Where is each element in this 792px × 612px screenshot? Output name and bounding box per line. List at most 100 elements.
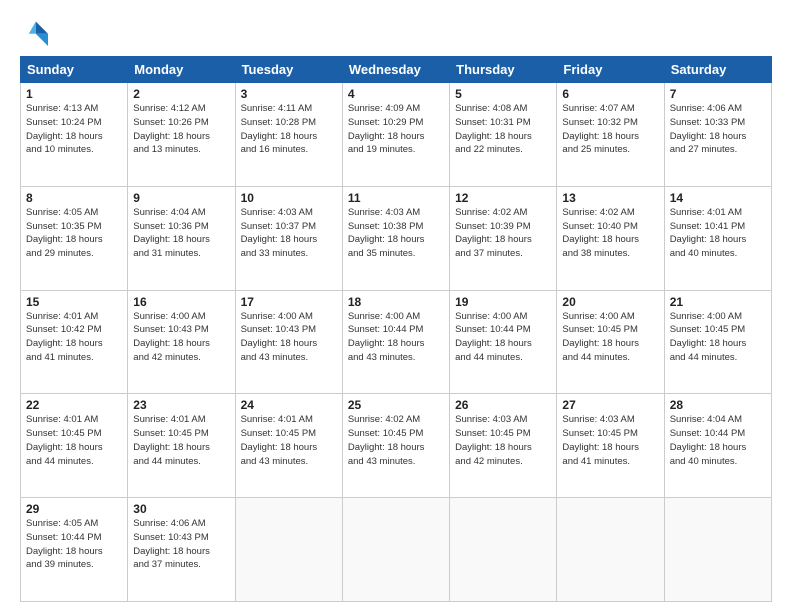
day-info: Sunrise: 4:00 AM Sunset: 10:43 PM Daylig… — [241, 310, 337, 365]
calendar-day-cell: 27Sunrise: 4:03 AM Sunset: 10:45 PM Dayl… — [557, 394, 664, 498]
day-info: Sunrise: 4:06 AM Sunset: 10:43 PM Daylig… — [133, 517, 229, 572]
day-info: Sunrise: 4:05 AM Sunset: 10:44 PM Daylig… — [26, 517, 122, 572]
day-number: 3 — [241, 87, 337, 101]
weekday-header-friday: Friday — [557, 57, 664, 83]
weekday-header-row: SundayMondayTuesdayWednesdayThursdayFrid… — [21, 57, 772, 83]
calendar-week-row: 29Sunrise: 4:05 AM Sunset: 10:44 PM Dayl… — [21, 498, 772, 602]
calendar-day-cell: 30Sunrise: 4:06 AM Sunset: 10:43 PM Dayl… — [128, 498, 235, 602]
day-info: Sunrise: 4:01 AM Sunset: 10:45 PM Daylig… — [133, 413, 229, 468]
day-info: Sunrise: 4:03 AM Sunset: 10:37 PM Daylig… — [241, 206, 337, 261]
calendar-day-cell: 11Sunrise: 4:03 AM Sunset: 10:38 PM Dayl… — [342, 186, 449, 290]
calendar-day-cell: 9Sunrise: 4:04 AM Sunset: 10:36 PM Dayli… — [128, 186, 235, 290]
calendar-day-cell: 3Sunrise: 4:11 AM Sunset: 10:28 PM Dayli… — [235, 83, 342, 187]
day-info: Sunrise: 4:03 AM Sunset: 10:38 PM Daylig… — [348, 206, 444, 261]
day-number: 13 — [562, 191, 658, 205]
calendar-day-cell: 18Sunrise: 4:00 AM Sunset: 10:44 PM Dayl… — [342, 290, 449, 394]
calendar-day-cell: 2Sunrise: 4:12 AM Sunset: 10:26 PM Dayli… — [128, 83, 235, 187]
calendar-day-cell — [342, 498, 449, 602]
calendar-day-cell: 5Sunrise: 4:08 AM Sunset: 10:31 PM Dayli… — [450, 83, 557, 187]
day-number: 19 — [455, 295, 551, 309]
calendar-day-cell: 10Sunrise: 4:03 AM Sunset: 10:37 PM Dayl… — [235, 186, 342, 290]
calendar-week-row: 15Sunrise: 4:01 AM Sunset: 10:42 PM Dayl… — [21, 290, 772, 394]
calendar-day-cell: 4Sunrise: 4:09 AM Sunset: 10:29 PM Dayli… — [342, 83, 449, 187]
calendar-day-cell: 29Sunrise: 4:05 AM Sunset: 10:44 PM Dayl… — [21, 498, 128, 602]
day-info: Sunrise: 4:02 AM Sunset: 10:45 PM Daylig… — [348, 413, 444, 468]
calendar-day-cell: 24Sunrise: 4:01 AM Sunset: 10:45 PM Dayl… — [235, 394, 342, 498]
calendar-day-cell: 17Sunrise: 4:00 AM Sunset: 10:43 PM Dayl… — [235, 290, 342, 394]
day-info: Sunrise: 4:01 AM Sunset: 10:41 PM Daylig… — [670, 206, 766, 261]
day-number: 11 — [348, 191, 444, 205]
calendar-day-cell: 14Sunrise: 4:01 AM Sunset: 10:41 PM Dayl… — [664, 186, 771, 290]
page: SundayMondayTuesdayWednesdayThursdayFrid… — [0, 0, 792, 612]
day-number: 24 — [241, 398, 337, 412]
day-info: Sunrise: 4:04 AM Sunset: 10:44 PM Daylig… — [670, 413, 766, 468]
day-number: 16 — [133, 295, 229, 309]
day-number: 26 — [455, 398, 551, 412]
day-info: Sunrise: 4:02 AM Sunset: 10:40 PM Daylig… — [562, 206, 658, 261]
day-number: 14 — [670, 191, 766, 205]
day-info: Sunrise: 4:03 AM Sunset: 10:45 PM Daylig… — [562, 413, 658, 468]
day-number: 4 — [348, 87, 444, 101]
day-info: Sunrise: 4:02 AM Sunset: 10:39 PM Daylig… — [455, 206, 551, 261]
calendar-day-cell: 7Sunrise: 4:06 AM Sunset: 10:33 PM Dayli… — [664, 83, 771, 187]
day-info: Sunrise: 4:01 AM Sunset: 10:42 PM Daylig… — [26, 310, 122, 365]
day-info: Sunrise: 4:00 AM Sunset: 10:44 PM Daylig… — [348, 310, 444, 365]
day-info: Sunrise: 4:01 AM Sunset: 10:45 PM Daylig… — [241, 413, 337, 468]
day-number: 21 — [670, 295, 766, 309]
calendar-week-row: 8Sunrise: 4:05 AM Sunset: 10:35 PM Dayli… — [21, 186, 772, 290]
weekday-header-wednesday: Wednesday — [342, 57, 449, 83]
day-number: 2 — [133, 87, 229, 101]
day-info: Sunrise: 4:11 AM Sunset: 10:28 PM Daylig… — [241, 102, 337, 157]
day-number: 29 — [26, 502, 122, 516]
weekday-header-thursday: Thursday — [450, 57, 557, 83]
day-number: 7 — [670, 87, 766, 101]
day-number: 25 — [348, 398, 444, 412]
calendar-day-cell: 1Sunrise: 4:13 AM Sunset: 10:24 PM Dayli… — [21, 83, 128, 187]
day-info: Sunrise: 4:08 AM Sunset: 10:31 PM Daylig… — [455, 102, 551, 157]
day-info: Sunrise: 4:00 AM Sunset: 10:44 PM Daylig… — [455, 310, 551, 365]
calendar-day-cell: 22Sunrise: 4:01 AM Sunset: 10:45 PM Dayl… — [21, 394, 128, 498]
day-info: Sunrise: 4:00 AM Sunset: 10:45 PM Daylig… — [562, 310, 658, 365]
logo — [20, 18, 52, 46]
day-info: Sunrise: 4:06 AM Sunset: 10:33 PM Daylig… — [670, 102, 766, 157]
day-info: Sunrise: 4:01 AM Sunset: 10:45 PM Daylig… — [26, 413, 122, 468]
day-number: 30 — [133, 502, 229, 516]
calendar-day-cell: 6Sunrise: 4:07 AM Sunset: 10:32 PM Dayli… — [557, 83, 664, 187]
calendar-day-cell: 13Sunrise: 4:02 AM Sunset: 10:40 PM Dayl… — [557, 186, 664, 290]
day-number: 22 — [26, 398, 122, 412]
logo-icon — [20, 18, 48, 46]
day-number: 27 — [562, 398, 658, 412]
day-info: Sunrise: 4:03 AM Sunset: 10:45 PM Daylig… — [455, 413, 551, 468]
calendar-day-cell — [664, 498, 771, 602]
day-number: 15 — [26, 295, 122, 309]
calendar-day-cell: 8Sunrise: 4:05 AM Sunset: 10:35 PM Dayli… — [21, 186, 128, 290]
day-number: 1 — [26, 87, 122, 101]
calendar-day-cell: 15Sunrise: 4:01 AM Sunset: 10:42 PM Dayl… — [21, 290, 128, 394]
day-number: 23 — [133, 398, 229, 412]
day-info: Sunrise: 4:12 AM Sunset: 10:26 PM Daylig… — [133, 102, 229, 157]
day-info: Sunrise: 4:04 AM Sunset: 10:36 PM Daylig… — [133, 206, 229, 261]
calendar-day-cell: 21Sunrise: 4:00 AM Sunset: 10:45 PM Dayl… — [664, 290, 771, 394]
calendar-week-row: 1Sunrise: 4:13 AM Sunset: 10:24 PM Dayli… — [21, 83, 772, 187]
calendar-day-cell: 26Sunrise: 4:03 AM Sunset: 10:45 PM Dayl… — [450, 394, 557, 498]
header — [20, 18, 772, 46]
calendar-body: 1Sunrise: 4:13 AM Sunset: 10:24 PM Dayli… — [21, 83, 772, 602]
day-info: Sunrise: 4:07 AM Sunset: 10:32 PM Daylig… — [562, 102, 658, 157]
day-number: 28 — [670, 398, 766, 412]
calendar-week-row: 22Sunrise: 4:01 AM Sunset: 10:45 PM Dayl… — [21, 394, 772, 498]
calendar-day-cell — [450, 498, 557, 602]
calendar-day-cell: 20Sunrise: 4:00 AM Sunset: 10:45 PM Dayl… — [557, 290, 664, 394]
calendar-day-cell: 16Sunrise: 4:00 AM Sunset: 10:43 PM Dayl… — [128, 290, 235, 394]
day-number: 9 — [133, 191, 229, 205]
weekday-header-sunday: Sunday — [21, 57, 128, 83]
calendar-day-cell — [235, 498, 342, 602]
day-number: 8 — [26, 191, 122, 205]
day-info: Sunrise: 4:00 AM Sunset: 10:43 PM Daylig… — [133, 310, 229, 365]
day-number: 20 — [562, 295, 658, 309]
day-number: 12 — [455, 191, 551, 205]
weekday-header-tuesday: Tuesday — [235, 57, 342, 83]
day-number: 6 — [562, 87, 658, 101]
calendar-day-cell: 19Sunrise: 4:00 AM Sunset: 10:44 PM Dayl… — [450, 290, 557, 394]
day-info: Sunrise: 4:05 AM Sunset: 10:35 PM Daylig… — [26, 206, 122, 261]
day-info: Sunrise: 4:13 AM Sunset: 10:24 PM Daylig… — [26, 102, 122, 157]
